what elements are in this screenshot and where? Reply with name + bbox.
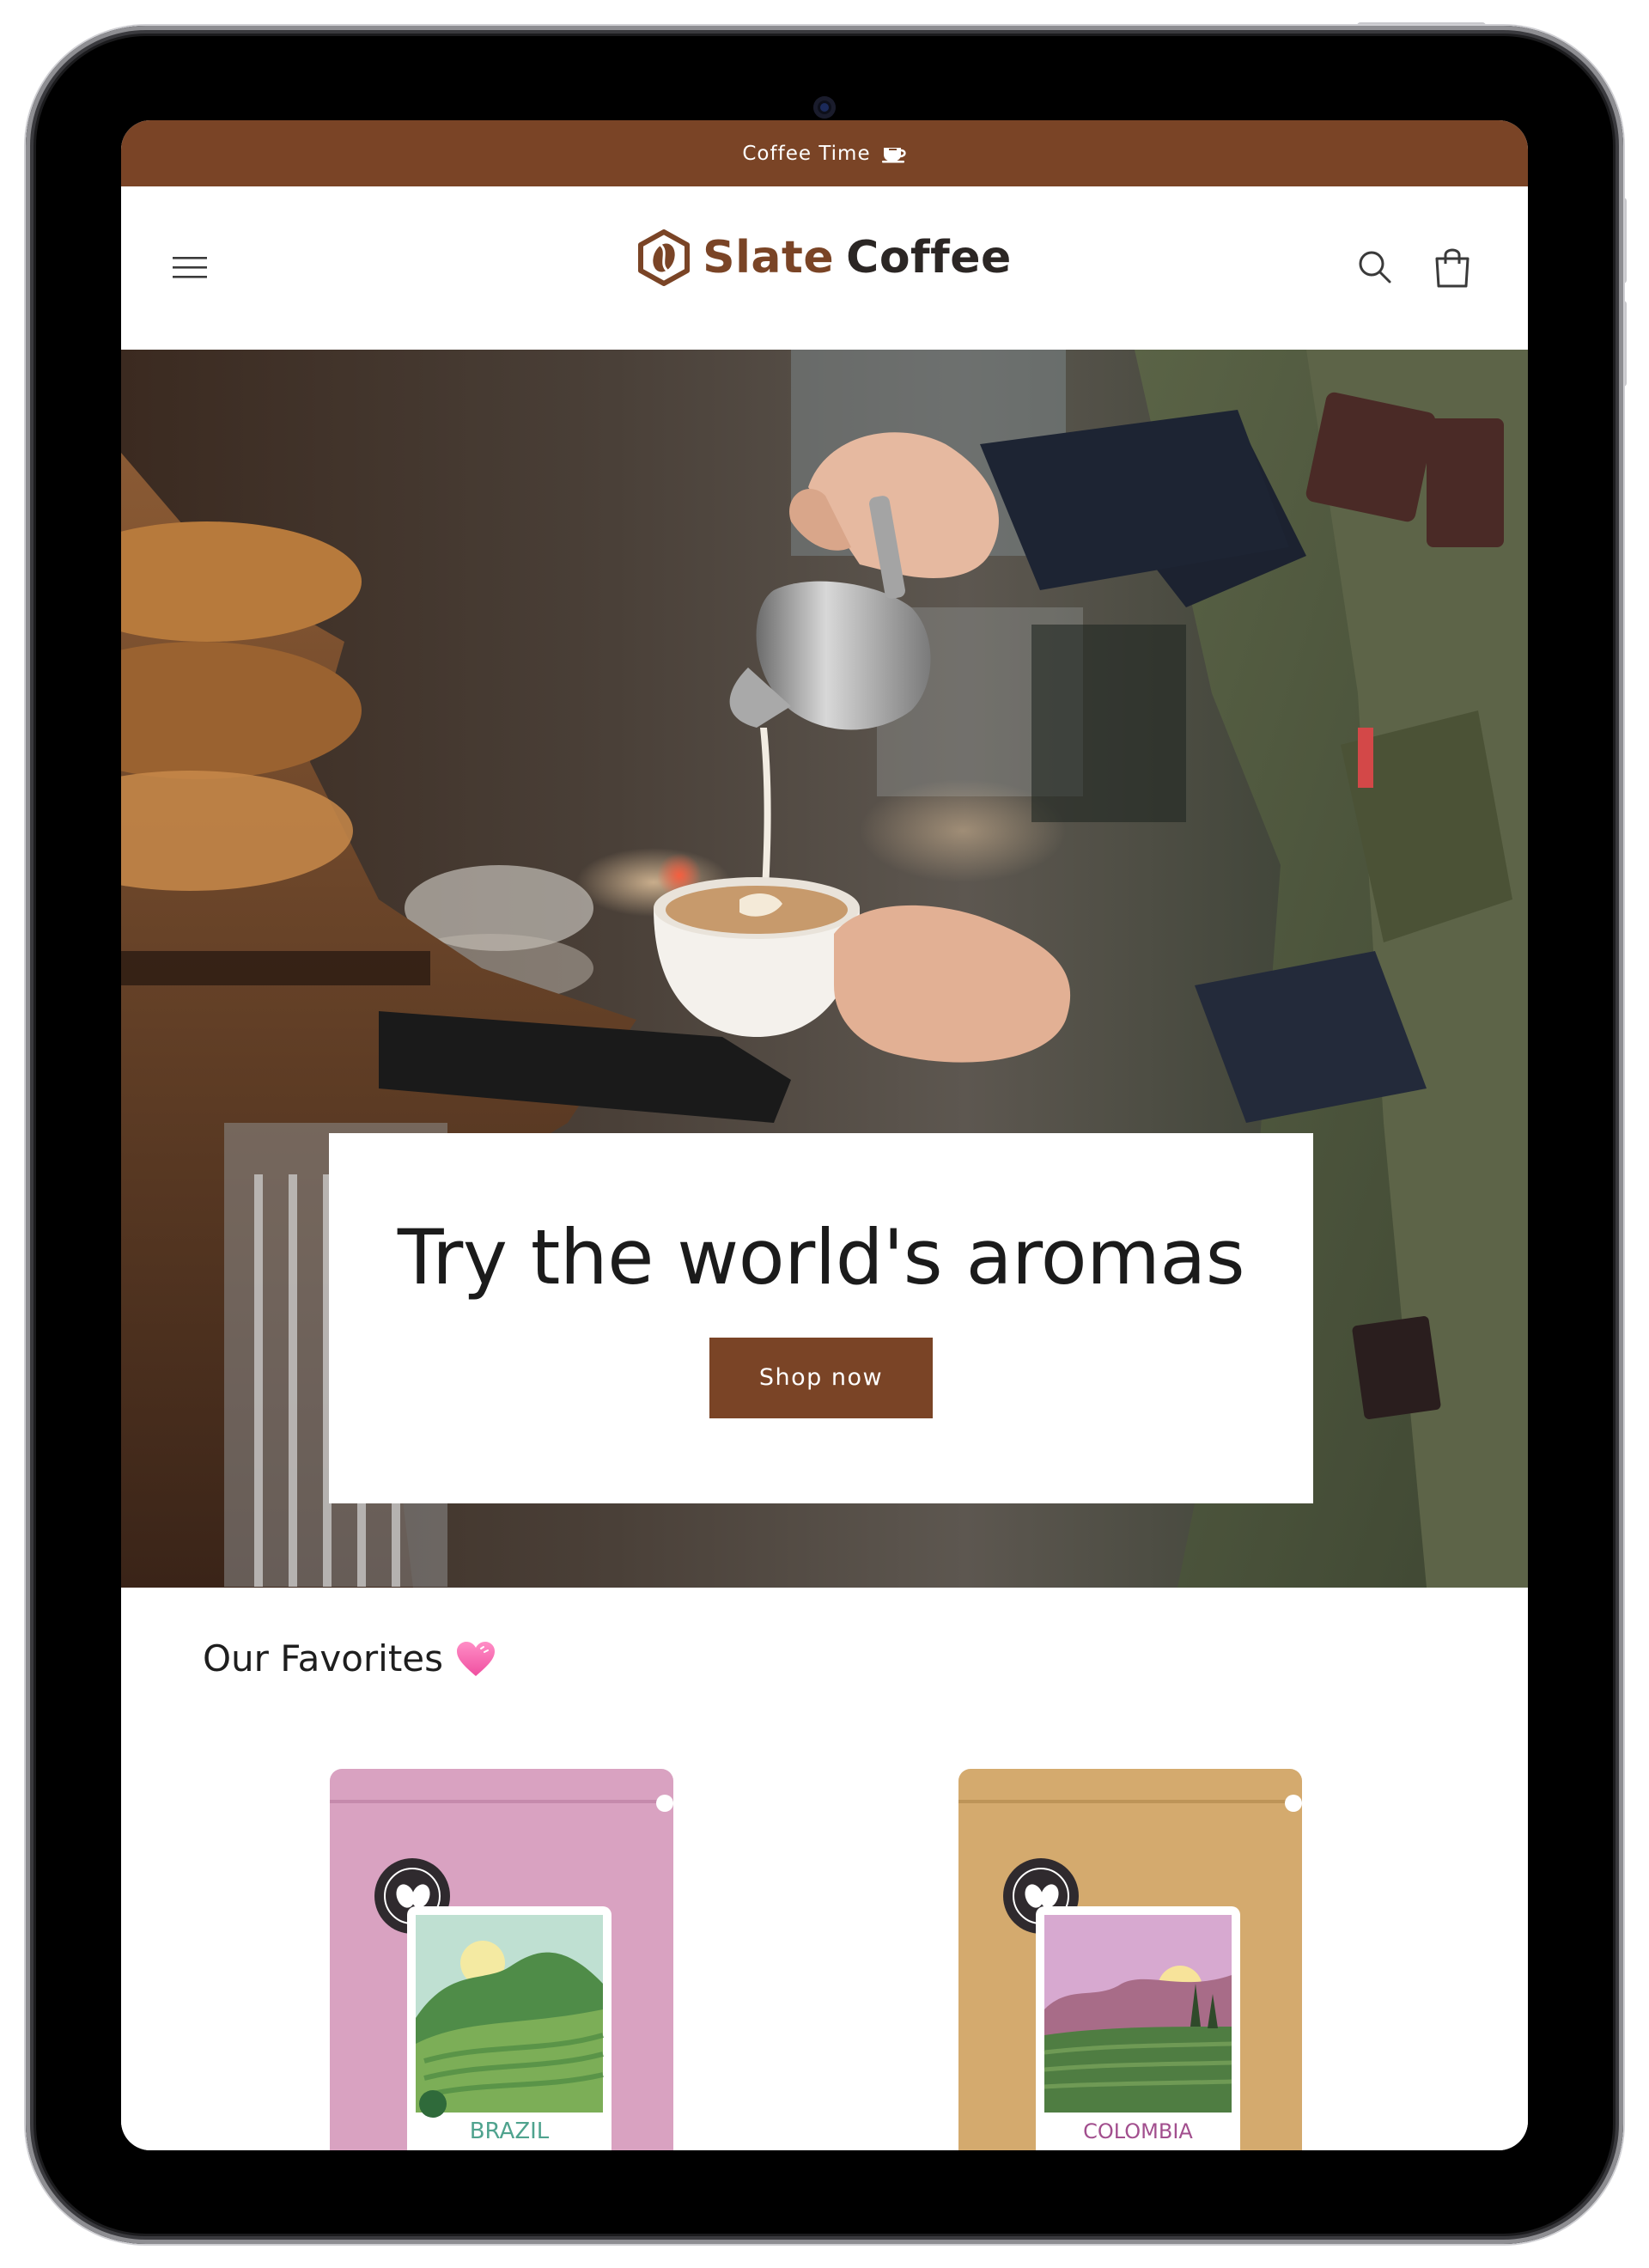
hero-banner: Try the world's aromas Shop now bbox=[121, 350, 1528, 1588]
logo-text-slate: Slate bbox=[703, 232, 835, 284]
favorites-section: Our Favorites BRAZIL COLOMBIA bbox=[121, 1588, 1528, 2150]
announcement-bar: Coffee Time bbox=[121, 120, 1528, 186]
product-card-colombia[interactable]: COLOMBIA bbox=[958, 1769, 1302, 2150]
hero-title: Try the world's aromas bbox=[397, 1213, 1245, 1302]
favorites-heading: Our Favorites bbox=[203, 1637, 496, 1680]
site-logo[interactable]: Slate Coffee bbox=[121, 229, 1528, 286]
favorites-title: Our Favorites bbox=[203, 1637, 444, 1680]
heart-icon bbox=[457, 1641, 496, 1676]
cart-icon bbox=[1435, 248, 1469, 288]
product-card-brazil[interactable]: BRAZIL bbox=[330, 1769, 673, 2150]
search-button[interactable] bbox=[1351, 243, 1399, 291]
logo-text-coffee: Coffee bbox=[846, 232, 1012, 284]
front-camera bbox=[813, 96, 836, 119]
site-header: Slate Coffee bbox=[121, 186, 1528, 350]
product-label-colombia: COLOMBIA bbox=[1083, 2119, 1193, 2143]
shop-now-button[interactable]: Shop now bbox=[709, 1337, 933, 1418]
product-image-colombia-bag: COLOMBIA bbox=[958, 1769, 1302, 2150]
announcement-text: Coffee Time bbox=[742, 142, 871, 165]
tablet-screen: Coffee Time Slate Coffee Try the world's… bbox=[121, 120, 1528, 2150]
coffee-bean-hexagon-icon bbox=[638, 229, 691, 286]
coffee-cup-icon bbox=[881, 144, 907, 163]
product-image-brazil-bag: BRAZIL bbox=[330, 1769, 673, 2150]
hero-text-box: Try the world's aromas Shop now bbox=[329, 1133, 1313, 1503]
cart-button[interactable] bbox=[1428, 241, 1476, 293]
search-icon bbox=[1359, 251, 1391, 284]
product-label-brazil: BRAZIL bbox=[470, 2119, 550, 2144]
